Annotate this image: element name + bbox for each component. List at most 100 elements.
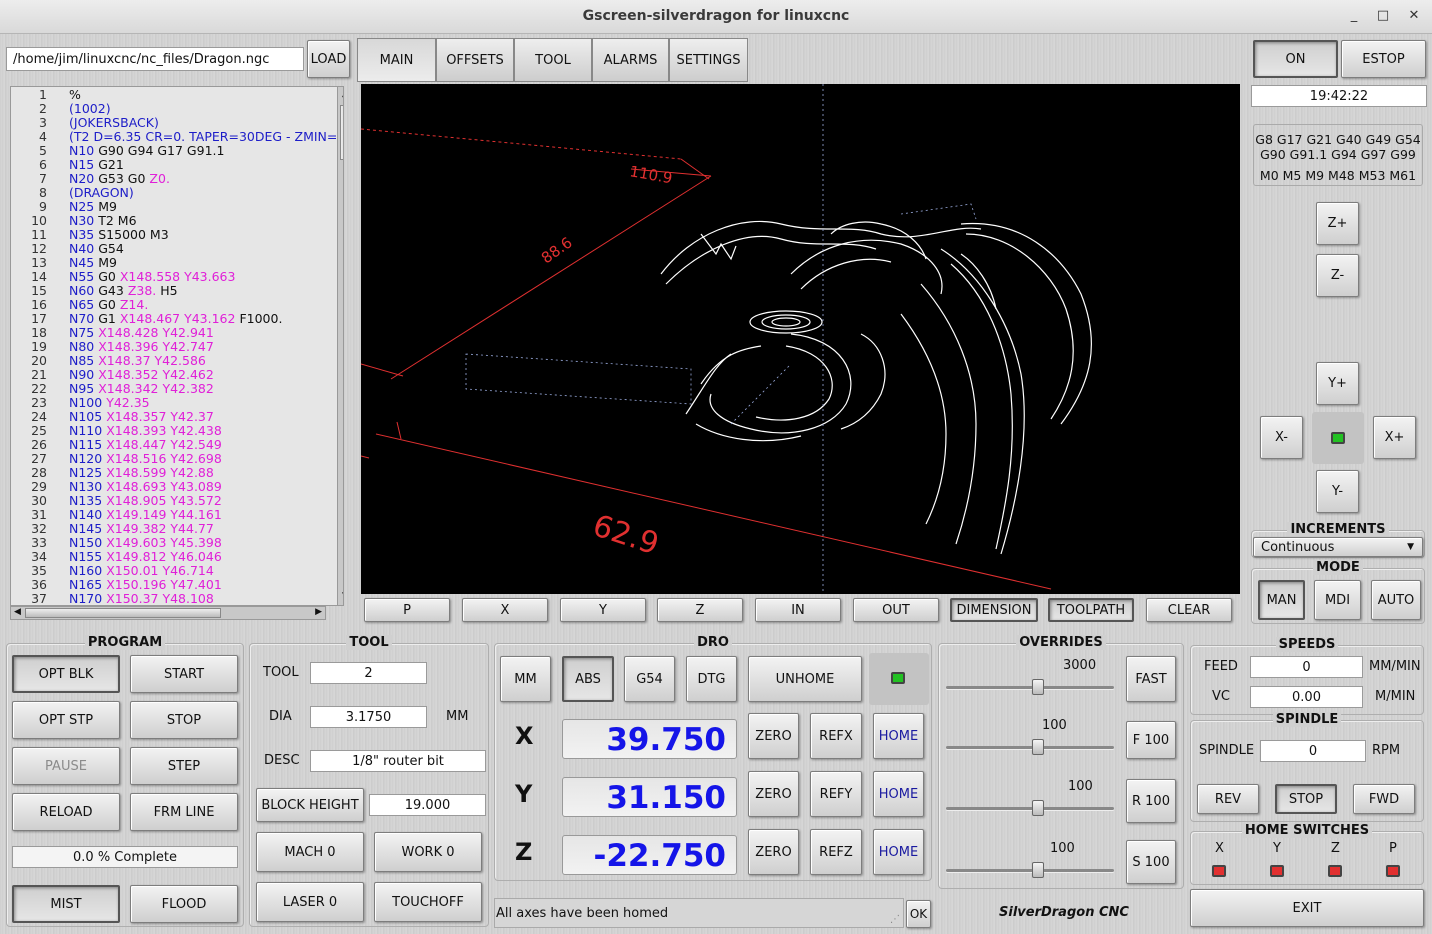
gcode-line[interactable]: 8 (DRAGON) <box>11 186 337 200</box>
jog-y-minus-button[interactable]: Y- <box>1316 470 1359 513</box>
jog-z-plus-button[interactable]: Z+ <box>1316 202 1359 245</box>
mode-man-button[interactable]: MAN <box>1258 580 1305 620</box>
mach-0-button[interactable]: MACH 0 <box>256 832 364 872</box>
hscroll-thumb[interactable] <box>25 608 221 618</box>
ref-y-button[interactable]: REFY <box>810 771 862 817</box>
tab-settings[interactable]: SETTINGS <box>669 38 748 82</box>
gcode-line[interactable]: 33 N150 X149.603 Y45.398 <box>11 536 337 550</box>
zero-y-button[interactable]: ZERO <box>748 771 799 817</box>
home-x-button[interactable]: HOME <box>873 713 924 759</box>
zoom-out-button[interactable]: OUT <box>853 598 939 622</box>
gcode-line[interactable]: 31 N140 X149.149 Y44.161 <box>11 508 337 522</box>
feed-100-button[interactable]: F 100 <box>1126 721 1176 759</box>
gcode-view[interactable]: 1% 2 (1002) 3 (JOKERSBACK) 4 (T2 D=6.35 CR=0. … <box>10 86 344 606</box>
estop-button[interactable]: ESTOP <box>1341 40 1426 78</box>
zoom-in-button[interactable]: IN <box>755 598 841 622</box>
load-button[interactable]: LOAD <box>307 40 350 78</box>
view-p-button[interactable]: P <box>364 598 450 622</box>
block-height-field[interactable]: 19.000 <box>369 794 486 816</box>
spindle-override-knob[interactable] <box>1032 862 1044 878</box>
gcode-line[interactable]: 23 N100 Y42.35 <box>11 396 337 410</box>
tab-alarms[interactable]: ALARMS <box>592 38 669 82</box>
gcode-horizontal-scrollbar[interactable]: ◀ ▶ <box>10 606 326 620</box>
unhome-button[interactable]: UNHOME <box>748 656 862 702</box>
status-ok-button[interactable]: OK <box>906 900 931 928</box>
gcode-line[interactable]: 11 N35 S15000 M3 <box>11 228 337 242</box>
jog-x-minus-button[interactable]: X- <box>1260 416 1303 459</box>
home-z-button[interactable]: HOME <box>873 829 924 875</box>
jog-x-plus-button[interactable]: X+ <box>1373 416 1416 459</box>
scroll-up-icon[interactable]: ▲ <box>340 89 343 100</box>
gcode-line[interactable]: 35 N160 X150.01 Y46.714 <box>11 564 337 578</box>
gcode-line[interactable]: 27 N120 X148.516 Y42.698 <box>11 452 337 466</box>
gcode-line[interactable]: 10 N30 T2 M6 <box>11 214 337 228</box>
gcode-line[interactable]: 3 (JOKERSBACK) <box>11 116 337 130</box>
home-y-button[interactable]: HOME <box>873 771 924 817</box>
spindle-override-slider[interactable] <box>946 862 1114 878</box>
opt-blk-button[interactable]: OPT BLK <box>12 655 120 693</box>
view-x-button[interactable]: X <box>462 598 548 622</box>
view-y-button[interactable]: Y <box>560 598 646 622</box>
dro-mm-button[interactable]: MM <box>500 656 551 702</box>
spindle-stop-button[interactable]: STOP <box>1275 784 1337 814</box>
gcode-line[interactable]: 22 N95 X148.342 Y42.382 <box>11 382 337 396</box>
minimize-icon[interactable]: _ <box>1346 8 1362 24</box>
reload-button[interactable]: RELOAD <box>12 793 120 831</box>
machine-on-button[interactable]: ON <box>1253 40 1338 78</box>
step-button[interactable]: STEP <box>130 747 238 785</box>
zero-z-button[interactable]: ZERO <box>748 829 799 875</box>
dro-g54-button[interactable]: G54 <box>624 656 675 702</box>
ref-x-button[interactable]: REFX <box>810 713 862 759</box>
tool-desc-field[interactable]: 1/8" router bit <box>310 750 486 772</box>
tool-dia-field[interactable]: 3.1750 <box>310 706 427 728</box>
gcode-line[interactable]: 30 N135 X148.905 Y43.572 <box>11 494 337 508</box>
feed-override-knob[interactable] <box>1032 739 1044 755</box>
gcode-line[interactable]: 19 N80 X148.396 Y42.747 <box>11 340 337 354</box>
dimension-toggle[interactable]: DIMENSION <box>950 598 1038 622</box>
tab-tool[interactable]: TOOL <box>514 38 592 82</box>
opt-stp-button[interactable]: OPT STP <box>12 701 120 739</box>
tab-main[interactable]: MAIN <box>357 38 436 82</box>
rapid-percent-slider[interactable] <box>946 800 1114 816</box>
increments-select[interactable]: Continuous ▼ <box>1253 537 1423 557</box>
gcode-line[interactable]: 28 N125 X148.599 Y42.88 <box>11 466 337 480</box>
toolpath-preview[interactable]: 110.9 88.6 62.9 <box>361 84 1240 594</box>
gcode-line[interactable]: 12 N40 G54 <box>11 242 337 256</box>
gcode-line[interactable]: 16 N65 G0 Z14. <box>11 298 337 312</box>
rapid-override-slider[interactable] <box>946 679 1114 695</box>
block-height-button[interactable]: BLOCK HEIGHT <box>256 788 364 822</box>
gcode-line[interactable]: 36 N165 X150.196 Y47.401 <box>11 578 337 592</box>
gcode-line[interactable]: 6 N15 G21 <box>11 158 337 172</box>
spindle-100-button[interactable]: S 100 <box>1126 840 1176 884</box>
rapid-100-button[interactable]: R 100 <box>1126 779 1176 823</box>
flood-button[interactable]: FLOOD <box>130 885 238 923</box>
rapid-override-knob[interactable] <box>1032 679 1044 695</box>
gcode-line[interactable]: 20 N85 X148.37 Y42.586 <box>11 354 337 368</box>
jog-y-plus-button[interactable]: Y+ <box>1316 362 1359 405</box>
pause-button[interactable]: PAUSE <box>12 747 120 785</box>
maximize-icon[interactable]: □ <box>1375 8 1391 24</box>
feed-override-slider[interactable] <box>946 739 1114 755</box>
fast-button[interactable]: FAST <box>1126 656 1176 702</box>
gcode-line[interactable]: 17 N70 G1 X148.467 Y43.162 F1000. <box>11 312 337 326</box>
laser-0-button[interactable]: LASER 0 <box>256 882 364 922</box>
close-icon[interactable]: ✕ <box>1406 8 1422 24</box>
gcode-line[interactable]: 29 N130 X148.693 Y43.089 <box>11 480 337 494</box>
gcode-line[interactable]: 9 N25 M9 <box>11 200 337 214</box>
view-z-button[interactable]: Z <box>657 598 743 622</box>
gcode-vertical-scrollbar[interactable]: ▲ ▼ <box>337 87 343 605</box>
scroll-thumb[interactable] <box>340 105 343 160</box>
gcode-line[interactable]: 2 (1002) <box>11 102 337 116</box>
gcode-line[interactable]: 15 N60 G43 Z38. H5 <box>11 284 337 298</box>
spindle-fwd-button[interactable]: FWD <box>1353 784 1415 814</box>
frm-line-button[interactable]: FRM LINE <box>130 793 238 831</box>
mist-button[interactable]: MIST <box>12 885 120 923</box>
gcode-line[interactable]: 13 N45 M9 <box>11 256 337 270</box>
toolpath-toggle[interactable]: TOOLPATH <box>1048 598 1134 622</box>
dro-abs-button[interactable]: ABS <box>562 656 614 702</box>
work-0-button[interactable]: WORK 0 <box>374 832 482 872</box>
file-path-field[interactable]: /home/jim/linuxcnc/nc_files/Dragon.ngc <box>6 47 304 71</box>
rapid-percent-knob[interactable] <box>1032 800 1044 816</box>
zero-x-button[interactable]: ZERO <box>748 713 799 759</box>
gcode-line[interactable]: 37 N170 X150.37 Y48.108 <box>11 592 337 606</box>
